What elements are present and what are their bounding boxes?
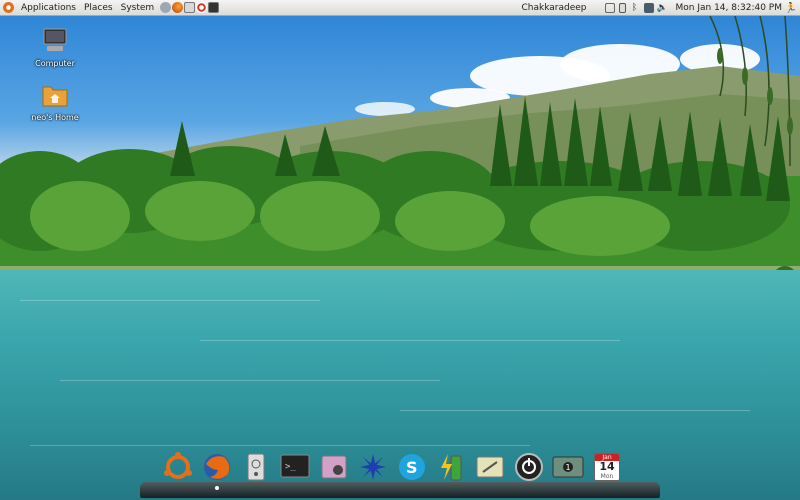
firefox-icon[interactable] [172, 2, 184, 13]
svg-text:S: S [406, 458, 418, 477]
dock-item-terminal[interactable]: >_ [279, 450, 311, 484]
dock-item-notes[interactable] [474, 450, 506, 484]
desktop-icon-label: Computer [35, 59, 75, 68]
dock: >_ S 1 Jan 14 Mon [140, 450, 660, 500]
user-name[interactable]: Chakkaradeep [522, 3, 587, 13]
dock-item-battery[interactable] [435, 450, 467, 484]
panel-menus: Applications Places System [0, 0, 158, 16]
dock-item-screenshot[interactable] [318, 450, 350, 484]
battery-icon[interactable] [618, 3, 626, 13]
forest [0, 96, 800, 272]
dock-item-ubuntu[interactable] [162, 450, 194, 484]
network-icon[interactable] [604, 3, 615, 13]
firefox-icon [204, 454, 230, 480]
places-menu[interactable]: Places [80, 0, 117, 16]
home-folder-icon [42, 86, 68, 107]
dock-item-power[interactable] [513, 450, 545, 484]
system-menu[interactable]: System [117, 0, 159, 16]
ubuntu-logo-icon[interactable] [3, 2, 14, 13]
ubuntu-logo-icon [164, 452, 192, 479]
clock[interactable]: Mon Jan 14, 8:32:40 PM [676, 3, 783, 13]
computer-icon [43, 28, 67, 51]
volume-icon[interactable]: 🔈 [657, 3, 668, 13]
dock-item-calendar[interactable]: Jan 14 Mon [591, 450, 623, 484]
dock-item-pinwheel[interactable] [357, 450, 389, 484]
dock-item-workspace[interactable]: 1 [552, 450, 584, 484]
evolution-icon[interactable] [184, 2, 196, 13]
dock-item-firefox[interactable] [201, 450, 233, 490]
svg-text:>_: >_ [285, 462, 296, 472]
power-icon [515, 453, 543, 481]
battery-icon [441, 454, 462, 481]
panel-launchers [160, 2, 220, 13]
pinwheel-icon [360, 454, 386, 480]
desktop-icon-computer[interactable]: Computer [25, 28, 85, 68]
calendar-weekday: Mon [600, 473, 614, 480]
calendar-icon: Jan 14 Mon [594, 453, 620, 481]
notes-icon [476, 456, 504, 478]
lifesaver-icon[interactable] [196, 2, 208, 13]
skype-icon: S [399, 454, 425, 480]
top-panel: Applications Places System Chakkaradeep … [0, 0, 800, 16]
system-tray: Chakkaradeep ᛒ 🔈 Mon Jan 14, 8:32:40 PM … [522, 0, 800, 16]
bluetooth-icon[interactable]: ᛒ [630, 3, 640, 13]
applications-menu[interactable]: Applications [17, 0, 80, 16]
svg-text:1: 1 [566, 463, 571, 472]
dock-item-skype[interactable]: S [396, 450, 428, 484]
calendar-day: 14 [599, 460, 615, 473]
desktop-wallpaper[interactable]: Computer neo's Home [0, 16, 800, 500]
dock-item-drive[interactable] [240, 450, 272, 484]
terminal-icon[interactable] [208, 2, 220, 13]
screenshot-icon [321, 455, 347, 479]
terminal-icon: >_ [280, 454, 310, 478]
dock-shelf [140, 482, 660, 498]
help-icon[interactable] [160, 2, 172, 13]
running-man-icon[interactable]: 🏃 [785, 3, 797, 14]
workspace-switcher-icon: 1 [552, 456, 584, 478]
running-indicator [215, 486, 219, 490]
hard-drive-icon [247, 453, 265, 481]
display-icon[interactable] [643, 3, 654, 13]
desktop-icon-home[interactable]: neo's Home [25, 82, 85, 122]
desktop-icon-label: neo's Home [31, 113, 79, 122]
